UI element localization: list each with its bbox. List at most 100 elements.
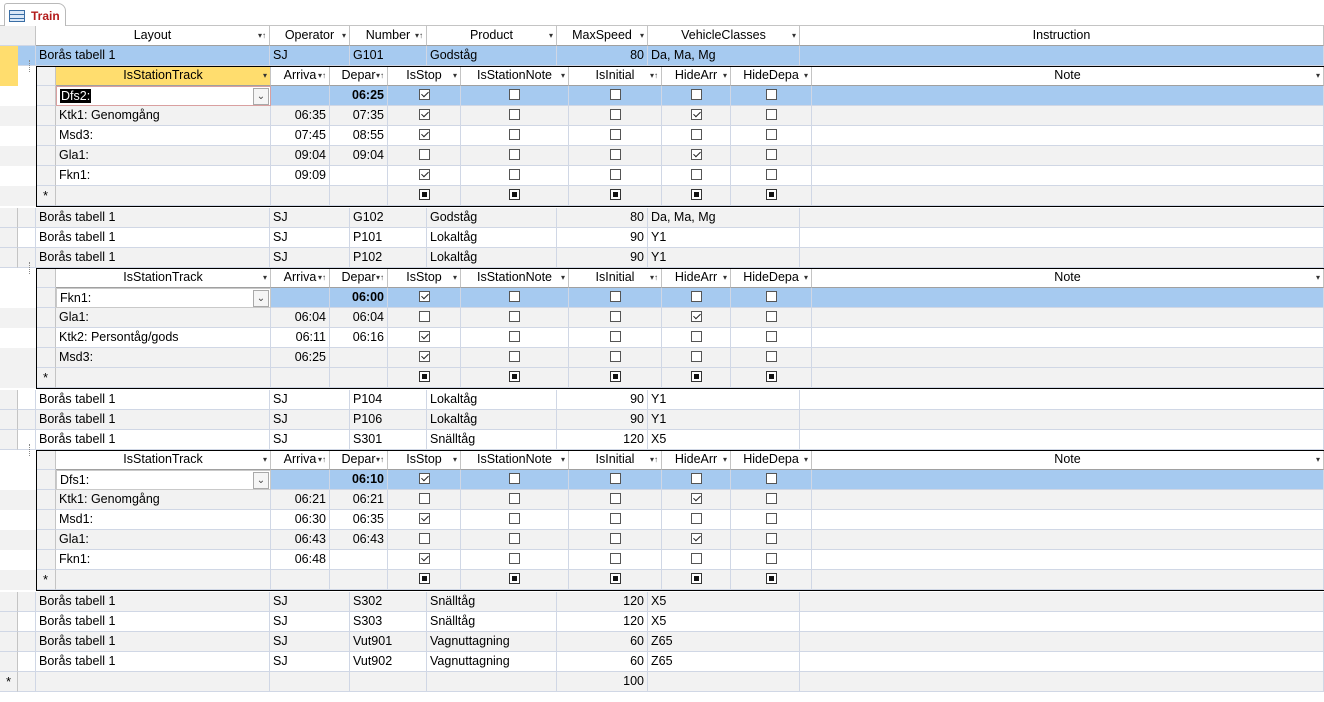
train-maxspeed[interactable]: 90 (557, 410, 648, 430)
train-operator[interactable]: SJ (270, 652, 350, 672)
train-instruction[interactable] (800, 430, 1324, 450)
expand-cell[interactable]: − (18, 430, 36, 450)
sort-arrow-icon[interactable]: ▾↑ (258, 26, 266, 45)
train-maxspeed[interactable]: 90 (557, 390, 648, 410)
record-selector[interactable] (0, 632, 18, 652)
record-selector[interactable] (0, 228, 18, 248)
train-layout[interactable]: Borås tabell 1 (36, 410, 270, 430)
train-maxspeed[interactable]: 60 (557, 652, 648, 672)
train-instruction[interactable] (800, 410, 1324, 430)
column-header-maxspeed[interactable]: MaxSpeed ▾ (557, 26, 648, 46)
train-operator[interactable]: SJ (270, 612, 350, 632)
train-operator[interactable]: SJ (270, 410, 350, 430)
train-row[interactable]: +Borås tabell 1SJP104Lokaltåg90Y1 (0, 390, 1324, 410)
expand-cell[interactable]: + (18, 612, 36, 632)
train-operator[interactable]: SJ (270, 390, 350, 410)
train-layout[interactable]: Borås tabell 1 (36, 652, 270, 672)
expand-cell[interactable]: − (18, 46, 36, 66)
train-number[interactable]: G101 (350, 46, 427, 66)
train-instruction[interactable] (800, 612, 1324, 632)
record-selector[interactable] (0, 652, 18, 672)
train-vehicle[interactable]: Y1 (648, 228, 800, 248)
train-number[interactable]: Vut902 (350, 652, 427, 672)
train-row[interactable]: +Borås tabell 1SJVut902Vagnuttagning60Z6… (0, 652, 1324, 672)
train-product[interactable]: Vagnuttagning (427, 652, 557, 672)
train-number[interactable]: S301 (350, 430, 427, 450)
expand-cell[interactable]: + (18, 410, 36, 430)
train-row[interactable]: +Borås tabell 1SJP106Lokaltåg90Y1 (0, 410, 1324, 430)
train-number[interactable]: P106 (350, 410, 427, 430)
new-train-number[interactable] (350, 672, 427, 692)
train-maxspeed[interactable]: 120 (557, 612, 648, 632)
train-instruction[interactable] (800, 390, 1324, 410)
train-product[interactable]: Godståg (427, 46, 557, 66)
new-train-layout[interactable] (36, 672, 270, 692)
train-number[interactable]: P101 (350, 228, 427, 248)
train-operator[interactable]: SJ (270, 592, 350, 612)
record-selector[interactable] (0, 410, 18, 430)
train-row[interactable]: +Borås tabell 1SJS302Snälltåg120X5 (0, 592, 1324, 612)
train-number[interactable]: S302 (350, 592, 427, 612)
train-maxspeed[interactable]: 80 (557, 208, 648, 228)
train-row[interactable]: +Borås tabell 1SJS303Snälltåg120X5 (0, 612, 1324, 632)
train-maxspeed[interactable]: 90 (557, 228, 648, 248)
train-instruction[interactable] (800, 46, 1324, 66)
train-layout[interactable]: Borås tabell 1 (36, 612, 270, 632)
train-product[interactable]: Lokaltåg (427, 410, 557, 430)
train-vehicle[interactable]: X5 (648, 592, 800, 612)
record-selector[interactable] (0, 208, 18, 228)
tab-train[interactable]: Train (4, 3, 66, 27)
train-product[interactable]: Snälltåg (427, 430, 557, 450)
record-selector[interactable] (0, 612, 18, 632)
train-vehicle[interactable]: Da, Ma, Mg (648, 46, 800, 66)
column-header-layout[interactable]: Layout ▾↑ (36, 26, 270, 46)
column-header-instruction[interactable]: Instruction (800, 26, 1324, 46)
train-row[interactable]: +Borås tabell 1SJVut901Vagnuttagning60Z6… (0, 632, 1324, 652)
train-vehicle[interactable]: Y1 (648, 410, 800, 430)
filter-arrow-icon[interactable]: ▾ (549, 26, 553, 45)
column-header-product[interactable]: Product ▾ (427, 26, 557, 46)
train-vehicle[interactable]: X5 (648, 612, 800, 632)
train-product[interactable]: Vagnuttagning (427, 632, 557, 652)
train-layout[interactable]: Borås tabell 1 (36, 228, 270, 248)
expand-cell[interactable]: + (18, 208, 36, 228)
train-number[interactable]: P102 (350, 248, 427, 268)
train-layout[interactable]: Borås tabell 1 (36, 46, 270, 66)
train-operator[interactable]: SJ (270, 632, 350, 652)
expand-cell[interactable]: + (18, 652, 36, 672)
train-maxspeed[interactable]: 120 (557, 592, 648, 612)
train-vehicle[interactable]: Z65 (648, 652, 800, 672)
train-operator[interactable]: SJ (270, 208, 350, 228)
datasheet-grid[interactable]: Layout ▾↑ Operator ▾ Number ▾↑ Product ▾ MaxSpee… (0, 26, 1324, 702)
filter-arrow-icon[interactable]: ▾ (792, 26, 796, 45)
new-record-selector[interactable]: * (0, 672, 18, 692)
record-selector[interactable] (0, 390, 18, 410)
train-vehicle[interactable]: Z65 (648, 632, 800, 652)
train-product[interactable]: Godståg (427, 208, 557, 228)
train-row[interactable]: −Borås tabell 1SJP102Lokaltåg90Y1 (0, 248, 1324, 268)
train-layout[interactable]: Borås tabell 1 (36, 390, 270, 410)
filter-arrow-icon[interactable]: ▾ (342, 26, 346, 45)
record-selector[interactable] (0, 248, 18, 268)
train-layout[interactable]: Borås tabell 1 (36, 248, 270, 268)
sort-arrow-icon[interactable]: ▾↑ (415, 26, 423, 45)
new-train-operator[interactable] (270, 672, 350, 692)
new-train-vehicle[interactable] (648, 672, 800, 692)
train-instruction[interactable] (800, 228, 1324, 248)
record-selector[interactable] (0, 592, 18, 612)
column-header-number[interactable]: Number ▾↑ (350, 26, 427, 46)
train-operator[interactable]: SJ (270, 248, 350, 268)
train-vehicle[interactable]: Y1 (648, 248, 800, 268)
train-number[interactable]: P104 (350, 390, 427, 410)
train-instruction[interactable] (800, 248, 1324, 268)
train-product[interactable]: Lokaltåg (427, 228, 557, 248)
expand-cell[interactable]: + (18, 592, 36, 612)
new-train-product[interactable] (427, 672, 557, 692)
train-row[interactable]: −Borås tabell 1SJG101Godståg80Da, Ma, Mg (0, 46, 1324, 66)
train-row[interactable]: +Borås tabell 1SJG102Godståg80Da, Ma, Mg (0, 208, 1324, 228)
new-train-instruction[interactable] (800, 672, 1324, 692)
expand-cell[interactable]: + (18, 632, 36, 652)
new-train-row[interactable]: * 100 (0, 672, 1324, 692)
train-product[interactable]: Snälltåg (427, 592, 557, 612)
column-header-vehicleclasses[interactable]: VehicleClasses ▾ (648, 26, 800, 46)
